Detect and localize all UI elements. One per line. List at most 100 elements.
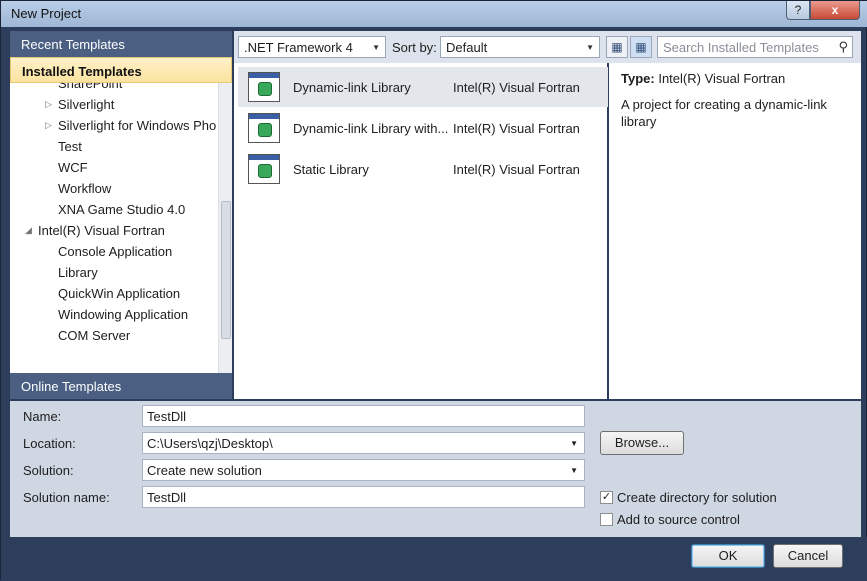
tree-item-label: Intel(R) Visual Fortran (38, 223, 165, 238)
source-control-checkbox[interactable] (600, 513, 613, 526)
gear-icon (258, 123, 272, 137)
help-button[interactable]: ? (786, 1, 810, 20)
project-form: Name: TestDll Location: C:\Users\qzj\Des… (10, 401, 861, 537)
tree-item-label: COM Server (58, 328, 131, 343)
title-bar: New Project ? x (1, 1, 867, 27)
name-field[interactable]: TestDll (142, 405, 585, 427)
solution-name-field[interactable]: TestDll (142, 486, 585, 508)
tree-item[interactable]: COM Server (58, 325, 130, 346)
source-control-label[interactable]: Add to source control (617, 512, 740, 527)
tree-item-label: Console Application (58, 244, 173, 259)
location-field[interactable]: C:\Users\qzj\Desktop\ ▼ (142, 432, 585, 454)
window-title: New Project (11, 6, 82, 21)
template-list: Dynamic-link Library Intel(R) Visual Fort… (234, 31, 608, 399)
template-item[interactable]: Dynamic-link Library Intel(R) Visual Fort… (238, 67, 608, 107)
cancel-button[interactable]: Cancel (773, 544, 843, 568)
tree-item[interactable]: ▷ Silverlight (45, 94, 115, 115)
location-value: C:\Users\qzj\Desktop\ (147, 436, 273, 451)
tree-item-label: Silverlight (58, 97, 115, 112)
icon-titlebar (249, 155, 279, 160)
template-item[interactable]: Dynamic-link Library with... Intel(R) Vis… (238, 108, 608, 148)
new-project-dialog: New Project ? x Recent Templates Install… (0, 0, 867, 581)
icon-titlebar (249, 114, 279, 119)
online-templates-header[interactable]: Online Templates (10, 373, 232, 399)
tree-item-label: SharePoint (58, 83, 123, 91)
template-toolbar: .NET Framework 4 ▼ Sort by: Default ▼ ▦ … (234, 31, 861, 63)
tree-item-label: Silverlight for Windows Pho (58, 118, 217, 133)
sort-by-select[interactable]: Default ▼ (440, 36, 600, 58)
category-tree: SharePoint ▷ Silverlight ▷ Silverlight for W… (10, 83, 218, 386)
name-value: TestDll (147, 409, 187, 424)
gear-icon (258, 82, 272, 96)
template-details-panel: Type: Intel(R) Visual Fortran A project … (609, 63, 861, 399)
tree-item-label: Windowing Application (58, 307, 189, 322)
check-icon: ✓ (601, 491, 612, 503)
dialog-button-bar: OK Cancel (1, 537, 867, 581)
installed-templates-header[interactable]: Installed Templates (10, 57, 232, 83)
tree-item[interactable]: Console Application (58, 241, 172, 262)
tree-item-label: WCF (58, 160, 88, 175)
type-value: Intel(R) Visual Fortran (658, 71, 786, 86)
sort-by-value: Default (446, 40, 488, 55)
tree-item[interactable]: QuickWin Application (58, 283, 180, 304)
tree-item[interactable]: Windowing Application (58, 304, 188, 325)
solution-value: Create new solution (147, 463, 262, 478)
solution-name-label: Solution name: (23, 490, 110, 505)
framework-select[interactable]: .NET Framework 4 ▼ (238, 36, 386, 58)
small-icons-view-button[interactable]: ▦ (606, 36, 628, 58)
chevron-down-icon: ▼ (586, 43, 594, 52)
chevron-down-icon: ▼ (570, 466, 578, 475)
template-language: Intel(R) Visual Fortran (453, 121, 580, 136)
scroll-thumb[interactable] (221, 201, 231, 339)
search-icon[interactable]: ⚲ (838, 39, 848, 55)
gear-icon (258, 164, 272, 178)
solution-name-value: TestDll (147, 490, 187, 505)
chevron-down-icon[interactable]: ▼ (570, 439, 578, 448)
expander-arrow-icon[interactable]: ▷ (45, 115, 52, 136)
library-project-icon (248, 113, 280, 143)
expander-arrow-icon[interactable]: ▷ (45, 94, 52, 115)
template-name: Dynamic-link Library (293, 80, 411, 95)
medium-icons-view-button[interactable]: ▦ (630, 36, 652, 58)
tree-item[interactable]: ◢ Intel(R) Visual Fortran (25, 220, 165, 241)
create-directory-label[interactable]: Create directory for solution (617, 490, 777, 505)
tree-vertical-scrollbar[interactable] (218, 83, 232, 386)
type-line: Type: Intel(R) Visual Fortran (621, 71, 785, 86)
create-directory-checkbox[interactable]: ✓ (600, 491, 613, 504)
template-categories-panel: Recent Templates Installed Templates Sha… (10, 31, 232, 399)
expander-arrow-icon[interactable]: ◢ (25, 220, 32, 241)
tree-item[interactable]: Library (58, 262, 98, 283)
type-label: Type: (621, 71, 655, 86)
sort-by-label: Sort by: (392, 40, 437, 55)
tree-item-label: Test (58, 139, 82, 154)
template-language: Intel(R) Visual Fortran (453, 80, 580, 95)
grid-icon: ▦ (611, 40, 623, 54)
search-input[interactable]: Search Installed Templates ⚲ (657, 36, 853, 58)
ok-button[interactable]: OK (691, 544, 765, 568)
template-item[interactable]: Static Library Intel(R) Visual Fortran (238, 149, 608, 189)
recent-templates-header[interactable]: Recent Templates (10, 31, 232, 57)
tree-item-label: Workflow (58, 181, 112, 196)
tree-item-label: Library (58, 265, 98, 280)
library-project-icon (248, 72, 280, 102)
tree-item[interactable]: SharePoint (58, 83, 122, 94)
tree-item-label: QuickWin Application (58, 286, 181, 301)
template-name: Dynamic-link Library with... (293, 121, 449, 136)
tree-item[interactable]: XNA Game Studio 4.0 (58, 199, 185, 220)
template-name: Static Library (293, 162, 369, 177)
tree-item[interactable]: WCF (58, 157, 88, 178)
name-label: Name: (23, 409, 62, 424)
framework-value: .NET Framework 4 (244, 40, 353, 55)
close-button[interactable]: x (810, 1, 860, 20)
template-language: Intel(R) Visual Fortran (453, 162, 580, 177)
tree-item[interactable]: ▷ Silverlight for Windows Pho (45, 115, 217, 136)
solution-label: Solution: (23, 463, 74, 478)
tree-item[interactable]: Workflow (58, 178, 111, 199)
solution-select[interactable]: Create new solution ▼ (142, 459, 585, 481)
browse-button[interactable]: Browse... (600, 431, 684, 455)
tree-item-label: XNA Game Studio 4.0 (58, 202, 186, 217)
template-description: A project for creating a dynamic-link li… (621, 97, 827, 129)
icon-titlebar (249, 73, 279, 78)
grid-icon: ▦ (635, 40, 647, 54)
tree-item[interactable]: Test (58, 136, 82, 157)
